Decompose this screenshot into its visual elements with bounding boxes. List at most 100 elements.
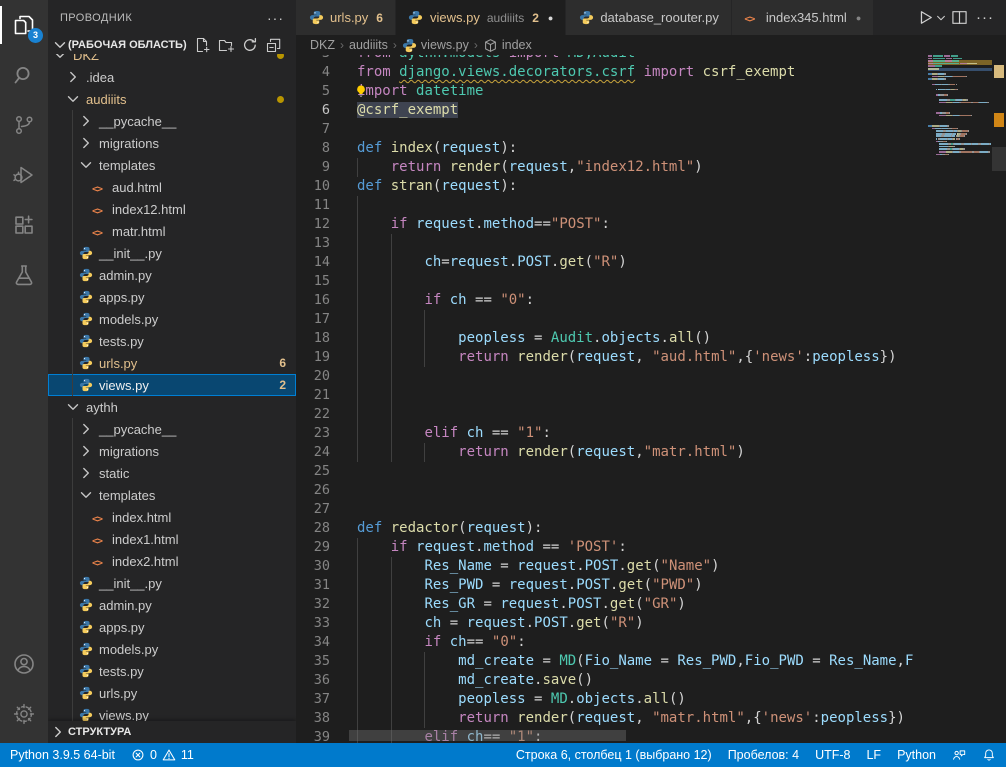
line-number[interactable]: 10	[296, 177, 330, 196]
line-number[interactable]: 30	[296, 557, 330, 576]
line-number[interactable]: 28	[296, 519, 330, 538]
code-line-18[interactable]: 18 peopless = Audit.objects.all()	[296, 329, 928, 348]
indentation-status[interactable]: Пробелов: 4	[720, 743, 807, 767]
line-number[interactable]: 21	[296, 386, 330, 405]
line-number[interactable]: 13	[296, 234, 330, 253]
code-line-26[interactable]: 26	[296, 481, 928, 500]
line-number[interactable]: 18	[296, 329, 330, 348]
tree-item-index2-html[interactable]: <>index2.html	[48, 550, 296, 572]
code-line-24[interactable]: 24 return render(request,"matr.html")	[296, 443, 928, 462]
line-number[interactable]: 15	[296, 272, 330, 291]
code-line-17[interactable]: 17	[296, 310, 928, 329]
code-line-19[interactable]: 19 return render(request, "aud.html",{'n…	[296, 348, 928, 367]
code-line-11[interactable]: 11	[296, 196, 928, 215]
tree-item-views-py[interactable]: views.py	[48, 704, 296, 721]
line-number[interactable]: 32	[296, 595, 330, 614]
code-line-34[interactable]: 34 if ch== "0":	[296, 633, 928, 652]
tree-item-views-py[interactable]: views.py2	[48, 374, 296, 396]
breadcrumb-item-viewspy[interactable]: views.py	[402, 38, 469, 53]
line-number[interactable]: 34	[296, 633, 330, 652]
line-number[interactable]: 6	[296, 101, 330, 120]
line-number[interactable]: 26	[296, 481, 330, 500]
split-editor-icon[interactable]	[951, 9, 968, 26]
notifications-button[interactable]	[974, 743, 1006, 767]
tree-item-apps-py[interactable]: apps.py	[48, 286, 296, 308]
line-number[interactable]: 14	[296, 253, 330, 272]
code-line-25[interactable]: 25	[296, 462, 928, 481]
explorer-more-actions-button[interactable]: ···	[267, 10, 284, 26]
problems-status[interactable]: 0 11	[123, 743, 202, 767]
line-number[interactable]: 39	[296, 728, 330, 743]
horizontal-scrollbar-slider[interactable]	[349, 730, 626, 741]
feedback-button[interactable]	[944, 743, 974, 767]
code-line-13[interactable]: 13	[296, 234, 928, 253]
line-number[interactable]: 24	[296, 443, 330, 462]
overview-ruler-scrollbar[interactable]	[992, 55, 1006, 743]
more-actions-button[interactable]: ···	[972, 9, 998, 26]
code-line-22[interactable]: 22	[296, 405, 928, 424]
new-file-icon[interactable]	[194, 37, 210, 53]
code-line-30[interactable]: 30 Res_Name = request.POST.get("Name")	[296, 557, 928, 576]
code-line-27[interactable]: 27	[296, 500, 928, 519]
tab-urls-py[interactable]: urls.py6	[296, 0, 396, 35]
tree-item-tests-py[interactable]: tests.py	[48, 660, 296, 682]
code-line-38[interactable]: 38 return render(request, "matr.html",{'…	[296, 709, 928, 728]
line-number[interactable]: 17	[296, 310, 330, 329]
tree-item-aythh[interactable]: aythh	[48, 396, 296, 418]
tree-item-index-html[interactable]: <>index.html	[48, 506, 296, 528]
tree-item-admin-py[interactable]: admin.py	[48, 594, 296, 616]
tree-item-urls-py[interactable]: urls.py6	[48, 352, 296, 374]
tree-item--idea[interactable]: .idea	[48, 66, 296, 88]
tree-item-urls-py[interactable]: urls.py	[48, 682, 296, 704]
tree-item-matr-html[interactable]: <>matr.html	[48, 220, 296, 242]
outline-section-header[interactable]: СТРУКТУРА	[48, 721, 296, 743]
line-number[interactable]: 3	[296, 55, 330, 63]
tree-item-apps-py[interactable]: apps.py	[48, 616, 296, 638]
tree-item-templates[interactable]: templates	[48, 154, 296, 176]
code-line-7[interactable]: 7	[296, 120, 928, 139]
tree-item-index1-html[interactable]: <>index1.html	[48, 528, 296, 550]
activity-source-control-button[interactable]	[0, 100, 48, 150]
code-line-10[interactable]: 10def stran(request):	[296, 177, 928, 196]
activity-run-debug-button[interactable]	[0, 150, 48, 200]
code-line-8[interactable]: 8def index(request):	[296, 139, 928, 158]
line-number[interactable]: 36	[296, 671, 330, 690]
tree-item--init-py[interactable]: __init__.py	[48, 572, 296, 594]
run-dropdown-chevron-icon[interactable]	[935, 12, 947, 24]
code-line-20[interactable]: 20	[296, 367, 928, 386]
activity-search-button[interactable]	[0, 50, 48, 100]
tree-item-audiiits[interactable]: audiiits	[48, 88, 296, 110]
code-line-36[interactable]: 36 md_create.save()	[296, 671, 928, 690]
tree-item-index12-html[interactable]: <>index12.html	[48, 198, 296, 220]
language-mode-status[interactable]: Python	[889, 743, 944, 767]
tree-item-models-py[interactable]: models.py	[48, 308, 296, 330]
line-number[interactable]: 27	[296, 500, 330, 519]
code-line-31[interactable]: 31 Res_PWD = request.POST.get("PWD")	[296, 576, 928, 595]
code-line-4[interactable]: 4from django.views.decorators.csrf impor…	[296, 63, 928, 82]
code-line-9[interactable]: 9 return render(request,"index12.html")	[296, 158, 928, 177]
tree-item--pycache-[interactable]: __pycache__	[48, 418, 296, 440]
code-line-15[interactable]: 15	[296, 272, 928, 291]
code-line-12[interactable]: 12 if request.method=="POST":	[296, 215, 928, 234]
code-line-33[interactable]: 33 ch = request.POST.get("R")	[296, 614, 928, 633]
line-number[interactable]: 5	[296, 82, 330, 101]
tree-item--pycache-[interactable]: __pycache__	[48, 110, 296, 132]
line-number[interactable]: 7	[296, 120, 330, 139]
code-line-32[interactable]: 32 Res_GR = request.POST.get("GR")	[296, 595, 928, 614]
line-number[interactable]: 8	[296, 139, 330, 158]
line-number[interactable]: 25	[296, 462, 330, 481]
activity-extensions-button[interactable]	[0, 200, 48, 250]
new-folder-icon[interactable]	[218, 37, 234, 53]
encoding-status[interactable]: UTF-8	[807, 743, 858, 767]
python-version-status[interactable]: Python 3.9.5 64-bit	[0, 743, 123, 767]
line-number[interactable]: 19	[296, 348, 330, 367]
code-line-37[interactable]: 37 peopless = MD.objects.all()	[296, 690, 928, 709]
code-line-29[interactable]: 29 if request.method == 'POST':	[296, 538, 928, 557]
tree-item-tests-py[interactable]: tests.py	[48, 330, 296, 352]
line-number[interactable]: 12	[296, 215, 330, 234]
code-line-21[interactable]: 21	[296, 386, 928, 405]
code-line-23[interactable]: 23 elif ch == "1":	[296, 424, 928, 443]
breadcrumb-item-index[interactable]: index	[483, 38, 532, 53]
code-line-16[interactable]: 16 if ch == "0":	[296, 291, 928, 310]
code-line-14[interactable]: 14 ch=request.POST.get("R")	[296, 253, 928, 272]
